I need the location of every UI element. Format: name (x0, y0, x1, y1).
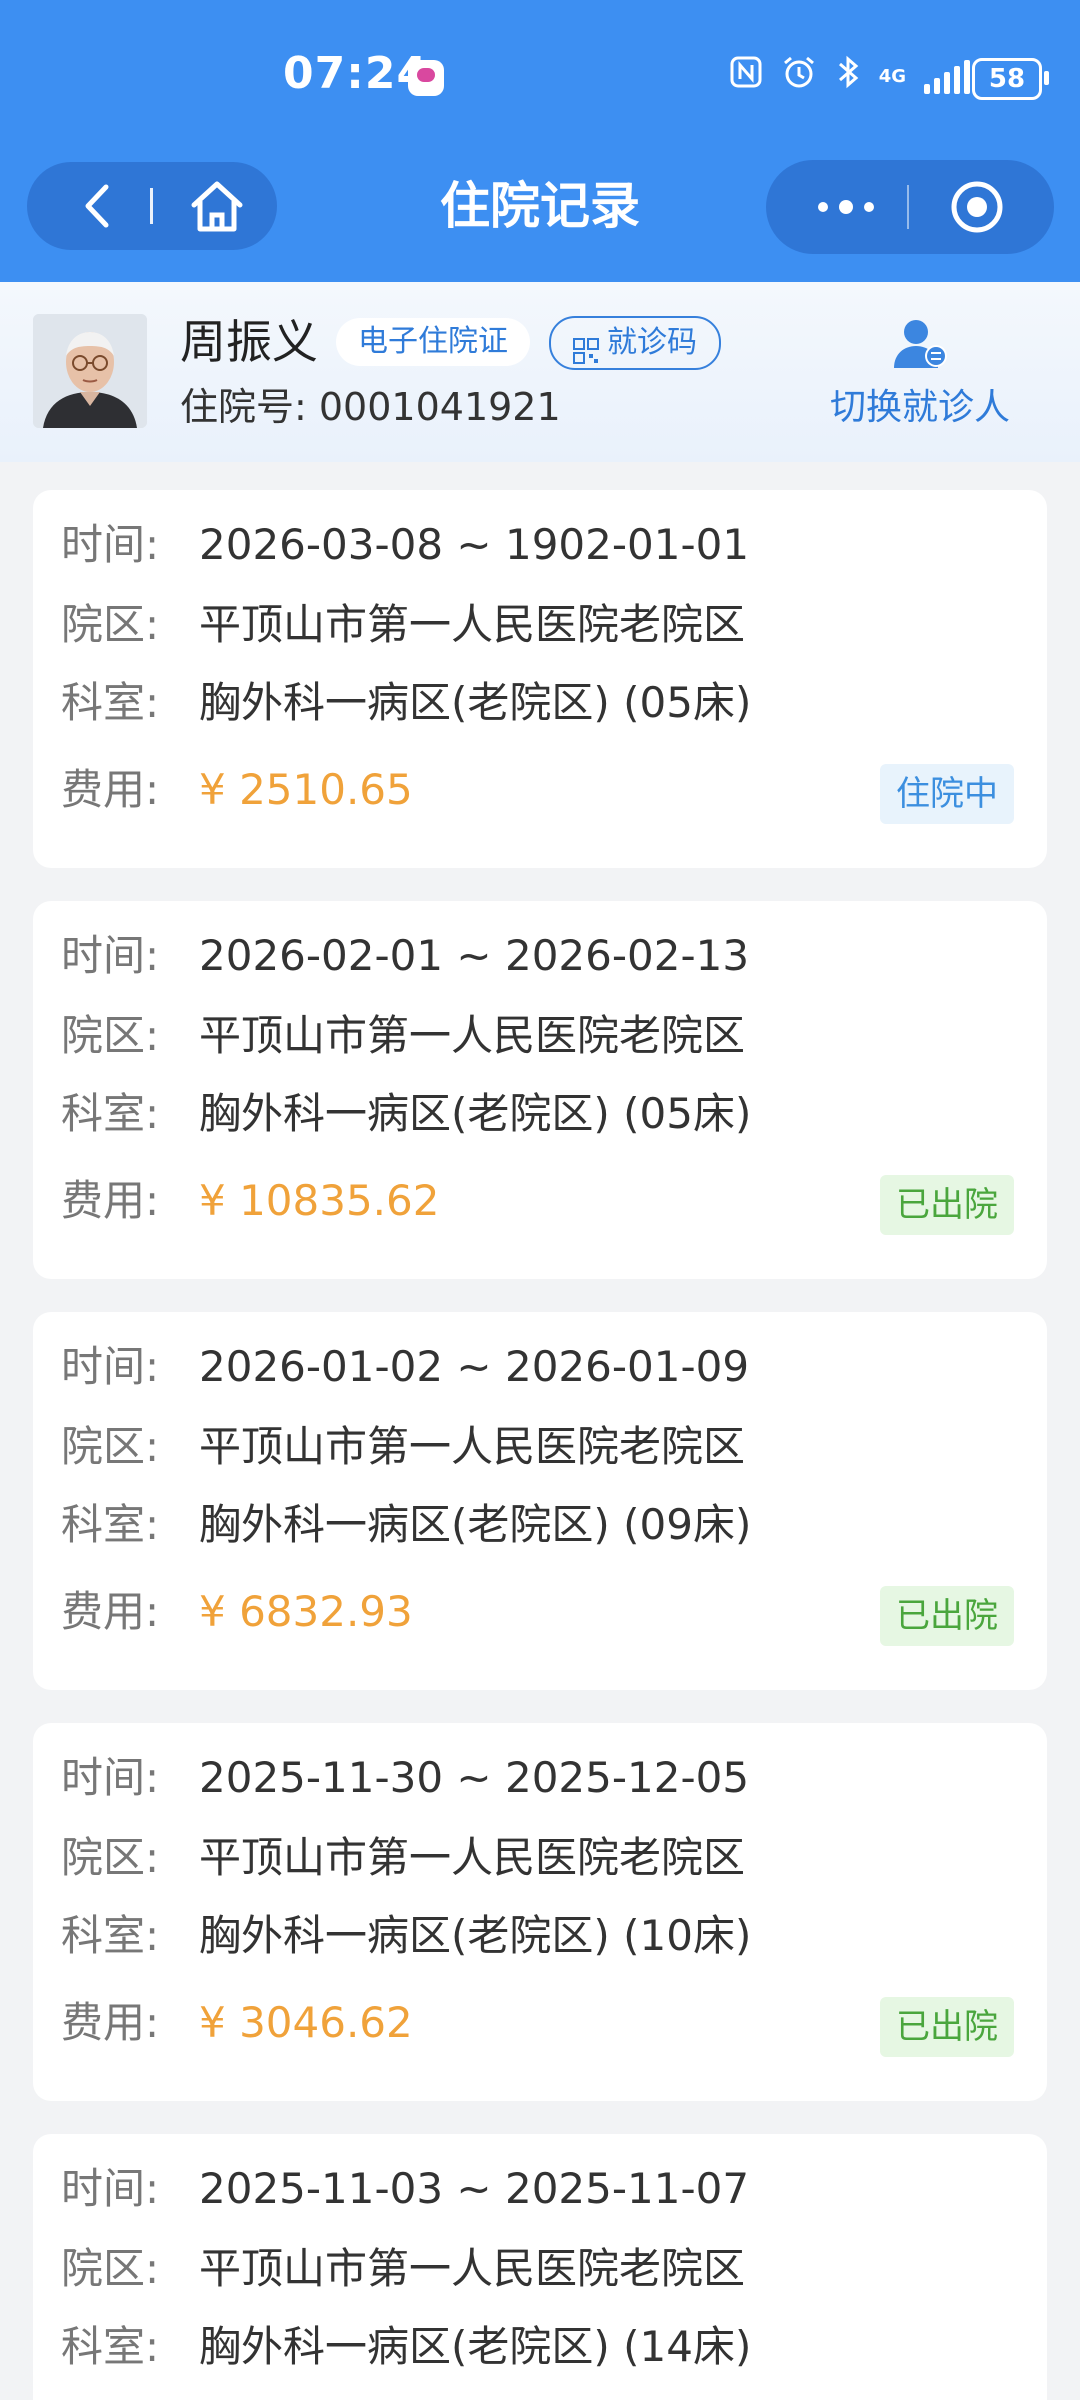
dept-label: 科室: (61, 1500, 160, 1549)
record-campus-row: 院区: 平顶山市第一人民医院老院区 (61, 1006, 745, 1066)
time-label: 时间: (61, 931, 160, 980)
record-time: 2025-11-30 ~ 2025-12-05 (199, 1753, 750, 1802)
patient-header: 周振义 电子住院证 就诊码 住院号: 0001041921 切换就诊人 (0, 282, 1080, 462)
fee-label: 费用: (61, 1587, 160, 1636)
status-time: 07:24 (283, 48, 429, 99)
record-dept-row: 科室: 胸外科一病区(老院区) (05床) (61, 673, 751, 733)
record-time-row: 时间: 2026-02-01 ~ 2026-02-13 (61, 926, 749, 986)
capsule-divider (907, 185, 909, 229)
record-campus: 平顶山市第一人民医院老院区 (199, 1833, 746, 1882)
record-time: 2026-02-01 ~ 2026-02-13 (199, 931, 750, 980)
record-fee: ¥ 3046.62 (199, 1998, 413, 2047)
record-time-row: 时间: 2025-11-30 ~ 2025-12-05 (61, 1748, 749, 1808)
record-campus-row: 院区: 平顶山市第一人民医院老院区 (61, 595, 745, 655)
record-dept-row: 科室: 胸外科一病区(老院区) (10床) (61, 1906, 751, 1966)
record-time: 2026-01-02 ~ 2026-01-09 (199, 1342, 750, 1391)
record-time: 2026-03-08 ~ 1902-01-01 (199, 520, 750, 569)
record-time-row: 时间: 2026-01-02 ~ 2026-01-09 (61, 1337, 749, 1397)
record-fee-row: 费用: ¥ 10835.62 (61, 1171, 439, 1231)
record-dept: 胸外科一病区(老院区) (05床) (199, 1089, 752, 1138)
fee-label: 费用: (61, 1998, 160, 2047)
record-fee-row: 费用: ¥ 3046.62 (61, 1993, 413, 2053)
time-label: 时间: (61, 2164, 160, 2213)
record-time-row: 时间: 2026-03-08 ~ 1902-01-01 (61, 515, 749, 575)
record-card[interactable]: 时间: 2025-11-03 ~ 2025-11-07 院区: 平顶山市第一人民医院… (33, 2134, 1047, 2400)
status-badge: 已出院 (880, 1175, 1014, 1235)
record-dept: 胸外科一病区(老院区) (05床) (199, 678, 752, 727)
nfc-icon (729, 55, 763, 98)
record-time-row: 时间: 2025-11-03 ~ 2025-11-07 (61, 2159, 749, 2219)
fee-label: 费用: (61, 765, 160, 814)
fee-label: 费用: (61, 1176, 160, 1225)
record-campus: 平顶山市第一人民医院老院区 (199, 2244, 746, 2293)
app-notification-icon (408, 60, 444, 96)
record-dept-row: 科室: 胸外科一病区(老院区) (09床) (61, 1495, 751, 1555)
record-dept: 胸外科一病区(老院区) (14床) (199, 2322, 752, 2371)
network-type-label: 4G (878, 65, 906, 87)
campus-label: 院区: (61, 2244, 160, 2293)
dept-label: 科室: (61, 678, 160, 727)
battery-indicator: 58 (972, 58, 1049, 100)
switch-patient-button[interactable]: 切换就诊人 (820, 318, 1020, 430)
avatar (33, 314, 147, 428)
record-time: 2025-11-03 ~ 2025-11-07 (199, 2164, 750, 2213)
bluetooth-icon (835, 54, 861, 99)
record-card[interactable]: 时间: 2026-01-02 ~ 2026-01-09 院区: 平顶山市第一人民医院… (33, 1312, 1047, 1690)
dept-label: 科室: (61, 2322, 160, 2371)
status-badge: 住院中 (880, 764, 1014, 824)
qr-code-icon (573, 330, 599, 364)
record-campus-row: 院区: 平顶山市第一人民医院老院区 (61, 1828, 745, 1888)
record-card[interactable]: 时间: 2026-02-01 ~ 2026-02-13 院区: 平顶山市第一人民医院… (33, 901, 1047, 1279)
alarm-icon (781, 54, 817, 99)
record-fee: ¥ 6832.93 (199, 1587, 413, 1636)
switch-user-icon (890, 318, 950, 370)
time-label: 时间: (61, 520, 160, 569)
record-dept-row: 科室: 胸外科一病区(老院区) (14床) (61, 2317, 751, 2377)
record-fee: ¥ 2510.65 (199, 765, 413, 814)
record-campus: 平顶山市第一人民医院老院区 (199, 600, 746, 649)
visit-code-label: 就诊码 (607, 325, 697, 360)
record-dept: 胸外科一病区(老院区) (10床) (199, 1911, 752, 1960)
nav-capsule-right (766, 160, 1054, 254)
status-icons: 4G (729, 54, 970, 99)
signal-strength-icon (924, 59, 970, 94)
time-label: 时间: (61, 1342, 160, 1391)
admission-number: 住院号: 0001041921 (180, 385, 561, 429)
switch-patient-label: 切换就诊人 (829, 387, 1010, 428)
dept-label: 科室: (61, 1089, 160, 1138)
top-app-bar: 07:24 4G 58 住院记录 (0, 0, 1080, 282)
patient-name: 周振义 (180, 315, 318, 369)
campus-label: 院区: (61, 1011, 160, 1060)
close-miniprogram-icon[interactable] (944, 177, 1010, 237)
record-campus: 平顶山市第一人民医院老院区 (199, 1422, 746, 1471)
campus-label: 院区: (61, 600, 160, 649)
record-campus: 平顶山市第一人民医院老院区 (199, 1011, 746, 1060)
record-campus-row: 院区: 平顶山市第一人民医院老院区 (61, 2239, 745, 2299)
more-icon[interactable] (804, 177, 888, 237)
record-campus-row: 院区: 平顶山市第一人民医院老院区 (61, 1417, 745, 1477)
e-admission-card-tag[interactable]: 电子住院证 (336, 318, 530, 366)
record-fee-row: 费用: ¥ 6832.93 (61, 1582, 413, 1642)
status-bar: 07:24 4G 58 (0, 0, 1080, 150)
status-badge: 已出院 (880, 1997, 1014, 2057)
record-card[interactable]: 时间: 2026-03-08 ~ 1902-01-01 院区: 平顶山市第一人民医院… (33, 490, 1047, 868)
record-card[interactable]: 时间: 2025-11-30 ~ 2025-12-05 院区: 平顶山市第一人民医院… (33, 1723, 1047, 2101)
visit-code-button[interactable]: 就诊码 (549, 316, 721, 370)
record-fee: ¥ 10835.62 (199, 1176, 440, 1225)
campus-label: 院区: (61, 1833, 160, 1882)
record-fee-row: 费用: ¥ 2510.65 (61, 760, 413, 820)
time-label: 时间: (61, 1753, 160, 1802)
record-dept: 胸外科一病区(老院区) (09床) (199, 1500, 752, 1549)
dept-label: 科室: (61, 1911, 160, 1960)
campus-label: 院区: (61, 1422, 160, 1471)
record-dept-row: 科室: 胸外科一病区(老院区) (05床) (61, 1084, 751, 1144)
status-badge: 已出院 (880, 1586, 1014, 1646)
